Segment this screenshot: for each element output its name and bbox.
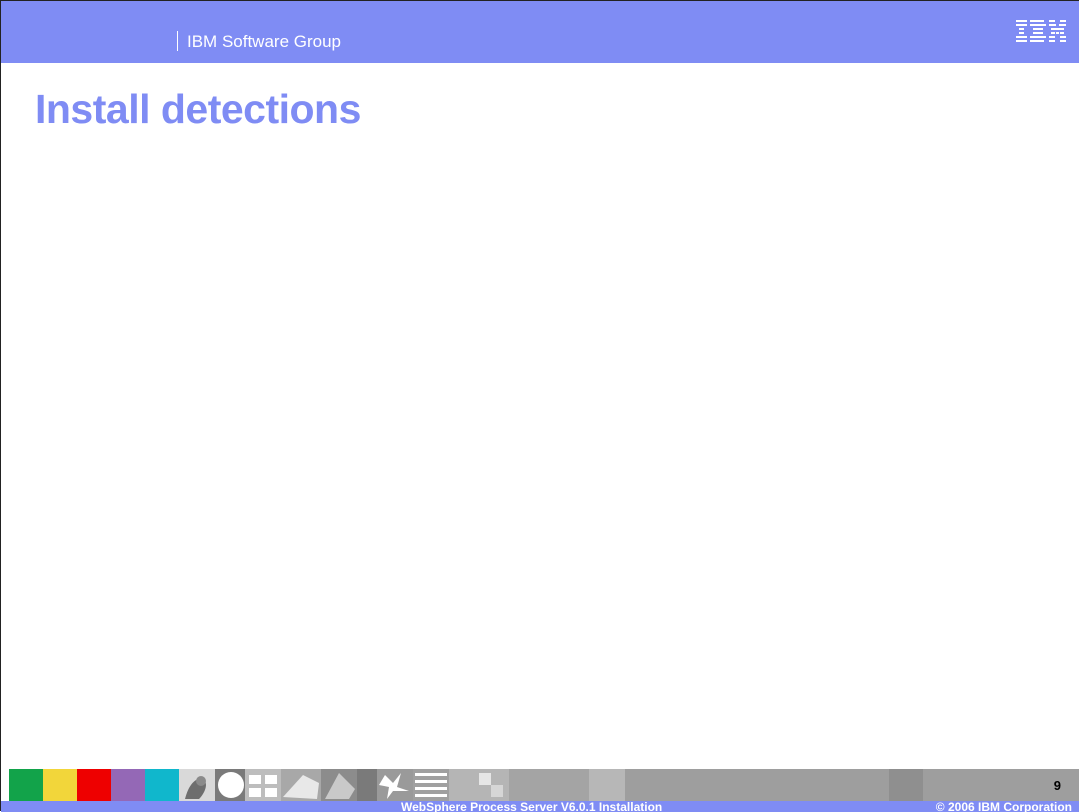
footer-course-title: WebSphere Process Server V6.0.1 Installa…	[401, 801, 663, 812]
header-group-label: IBM Software Group	[187, 32, 342, 51]
footer-bar: WebSphere Process Server V6.0.1 Installa…	[1, 801, 1079, 812]
slide-title: Install detections	[35, 86, 361, 132]
swatch-cyan	[145, 769, 179, 801]
photo-mosaic-icon	[179, 769, 509, 801]
mosaic-block	[509, 769, 589, 801]
swatch-green	[9, 769, 43, 801]
header-divider	[177, 31, 178, 51]
page-number: 9	[1053, 778, 1061, 793]
mosaic-block	[589, 769, 625, 801]
footer-copyright: © 2006 IBM Corporation	[935, 801, 1072, 812]
swatch-yellow	[43, 769, 77, 801]
ibm-logo-icon	[1016, 20, 1066, 42]
footer-image-strip	[9, 769, 1079, 801]
mosaic-block	[889, 769, 923, 801]
swatch-red	[77, 769, 111, 801]
header-bar: IBM Software Group	[1, 1, 1079, 63]
swatch-purple	[111, 769, 145, 801]
slide: IBM Software Group Install detections 9 …	[0, 0, 1079, 812]
